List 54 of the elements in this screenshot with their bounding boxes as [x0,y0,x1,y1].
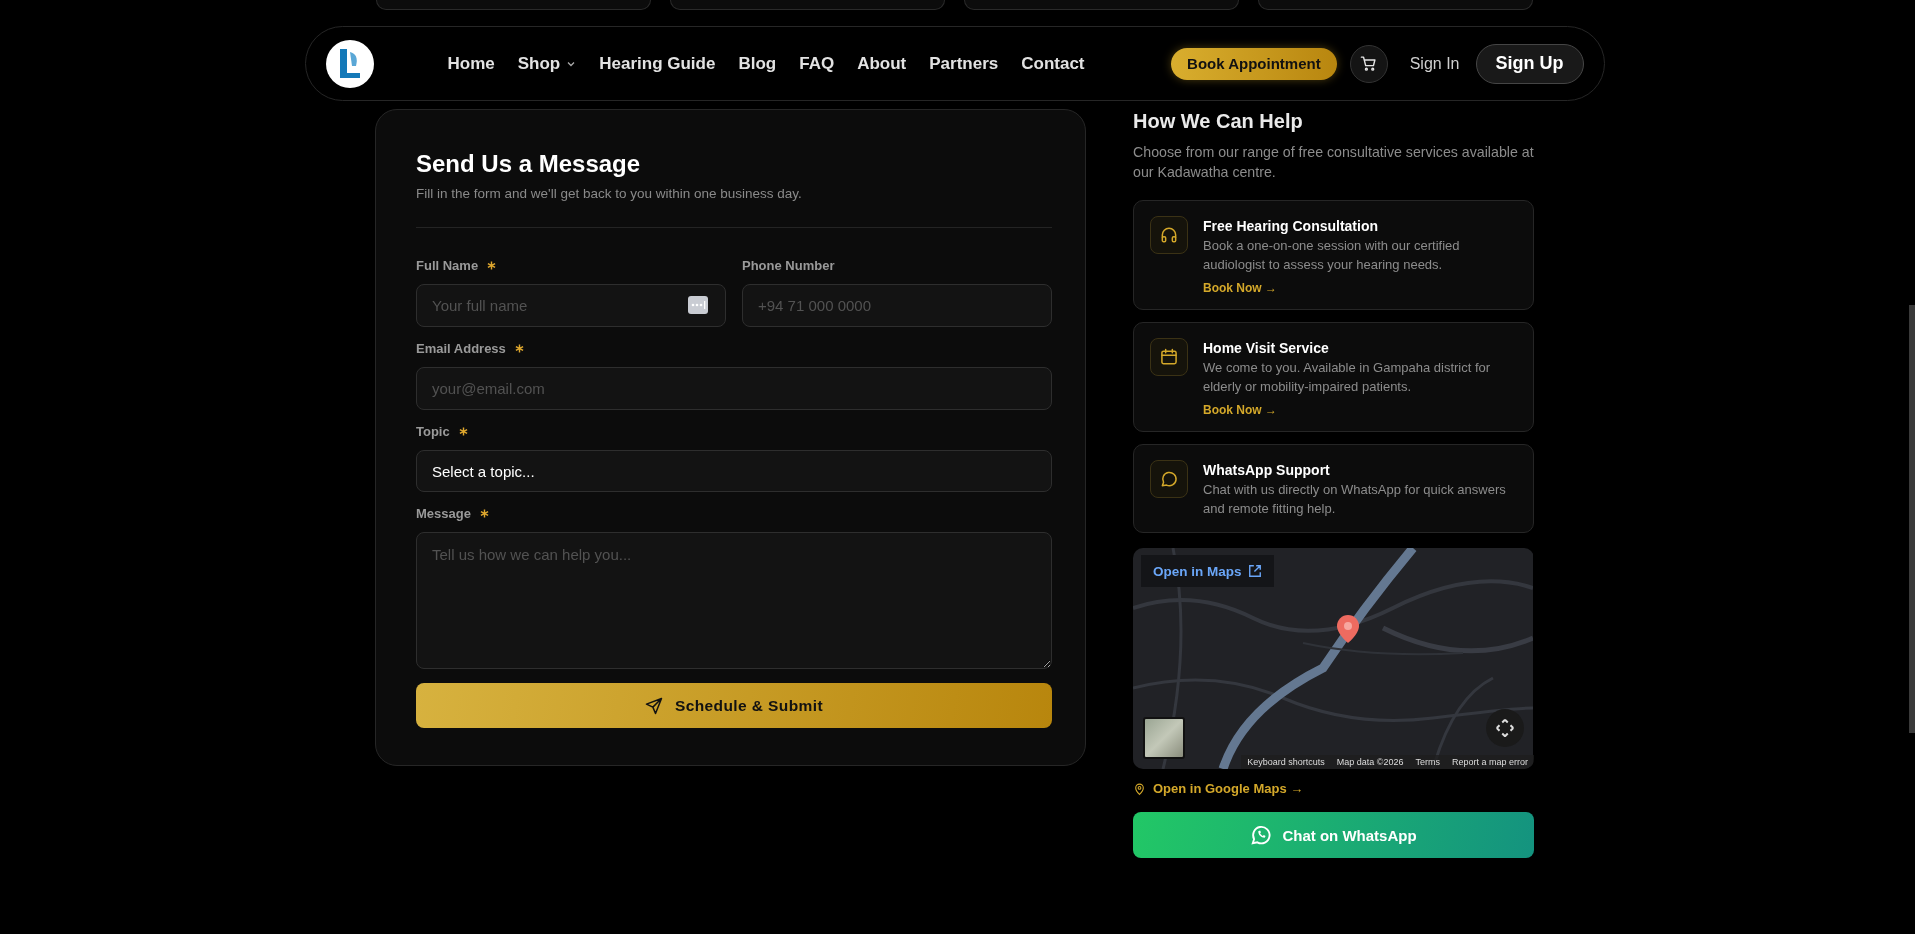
service-title: Free Hearing Consultation [1203,218,1380,234]
section-description: Choose from our range of free consultative services available at our Kadawatha centre. [1133,143,1534,182]
cart-button[interactable] [1349,44,1388,83]
book-now-link[interactable]: Book Now → [1203,403,1518,417]
nav-link[interactable]: Home [447,53,495,74]
text-field[interactable]: Your full name [416,284,726,327]
map-attribution-link[interactable]: Keyboard shortcuts [1247,757,1325,767]
topic-select[interactable]: Select a topic... [416,450,1052,492]
whatsapp-icon [1250,824,1273,846]
submit-button[interactable]: Schedule & Submit [416,683,1052,728]
service-title: WhatsApp Support [1203,462,1331,478]
headphones-icon [1159,225,1179,245]
service-description: Book a one-on-one session with our certified audiologist to assess your hearing needs. [1203,237,1461,274]
cart-icon [1360,55,1378,72]
service-description: Chat with us directly on WhatsApp for quick answers and remote fitting help. [1203,481,1507,518]
book-now-link[interactable]: Book Now → [1203,281,1518,295]
autofill-icon[interactable] [688,296,708,314]
field-label: Full Name [416,257,479,273]
text-field[interactable]: your@email.com [416,367,1052,410]
book-appointment-button[interactable]: Book Appointment [1171,47,1337,80]
chat-bubble-icon [1159,469,1179,489]
nav-link[interactable]: Hearing Guide [599,53,716,74]
fullscreen-icon [1494,717,1516,739]
nav-link[interactable]: Partners [929,53,999,74]
send-icon [644,696,663,715]
sign-in-link[interactable]: Sign In [1409,54,1460,73]
form-title: Send Us a Message [416,150,642,178]
map-attribution-link[interactable]: Report a map error [1451,757,1528,767]
calendar-icon [1159,347,1179,367]
nav-link[interactable]: Blog [738,53,777,74]
form-subtitle: Fill in the form and we'll get back to you within one business day. [416,186,803,201]
text-field[interactable]: +94 71 000 0000 [742,284,1052,327]
section-title: How We Can Help [1133,110,1304,133]
map-attribution-link[interactable]: Terms [1415,757,1440,767]
map-type-toggle[interactable] [1143,717,1185,759]
service-description: We come to you. Available in Gampaha district for elderly or mobility-impaired patients. [1203,359,1492,396]
field-label: Message [416,505,471,521]
external-link-icon [1247,564,1262,578]
service-title: Home Visit Service [1203,340,1330,356]
nav-link[interactable]: FAQ [799,53,835,74]
field-label: Topic [416,423,450,439]
field-label: Email Address [416,340,506,356]
google-maps-link[interactable]: Open in Google Maps → [1133,781,1534,796]
nav-link[interactable]: Shop [517,53,577,74]
nav-link[interactable]: About [857,53,907,74]
open-in-maps-button[interactable]: Open in Maps [1141,555,1274,587]
map-attribution-link[interactable]: Map data ©2026 [1336,757,1404,767]
logo[interactable] [325,39,374,88]
field-label: Phone Number [742,257,835,273]
nav-link[interactable]: Contact [1021,53,1085,74]
scrollbar-thumb[interactable] [1909,305,1915,733]
map-pin-icon [1133,781,1146,796]
sign-up-button[interactable]: Sign Up [1475,43,1584,84]
message-field[interactable]: Tell us how we can help you... [416,532,1052,669]
